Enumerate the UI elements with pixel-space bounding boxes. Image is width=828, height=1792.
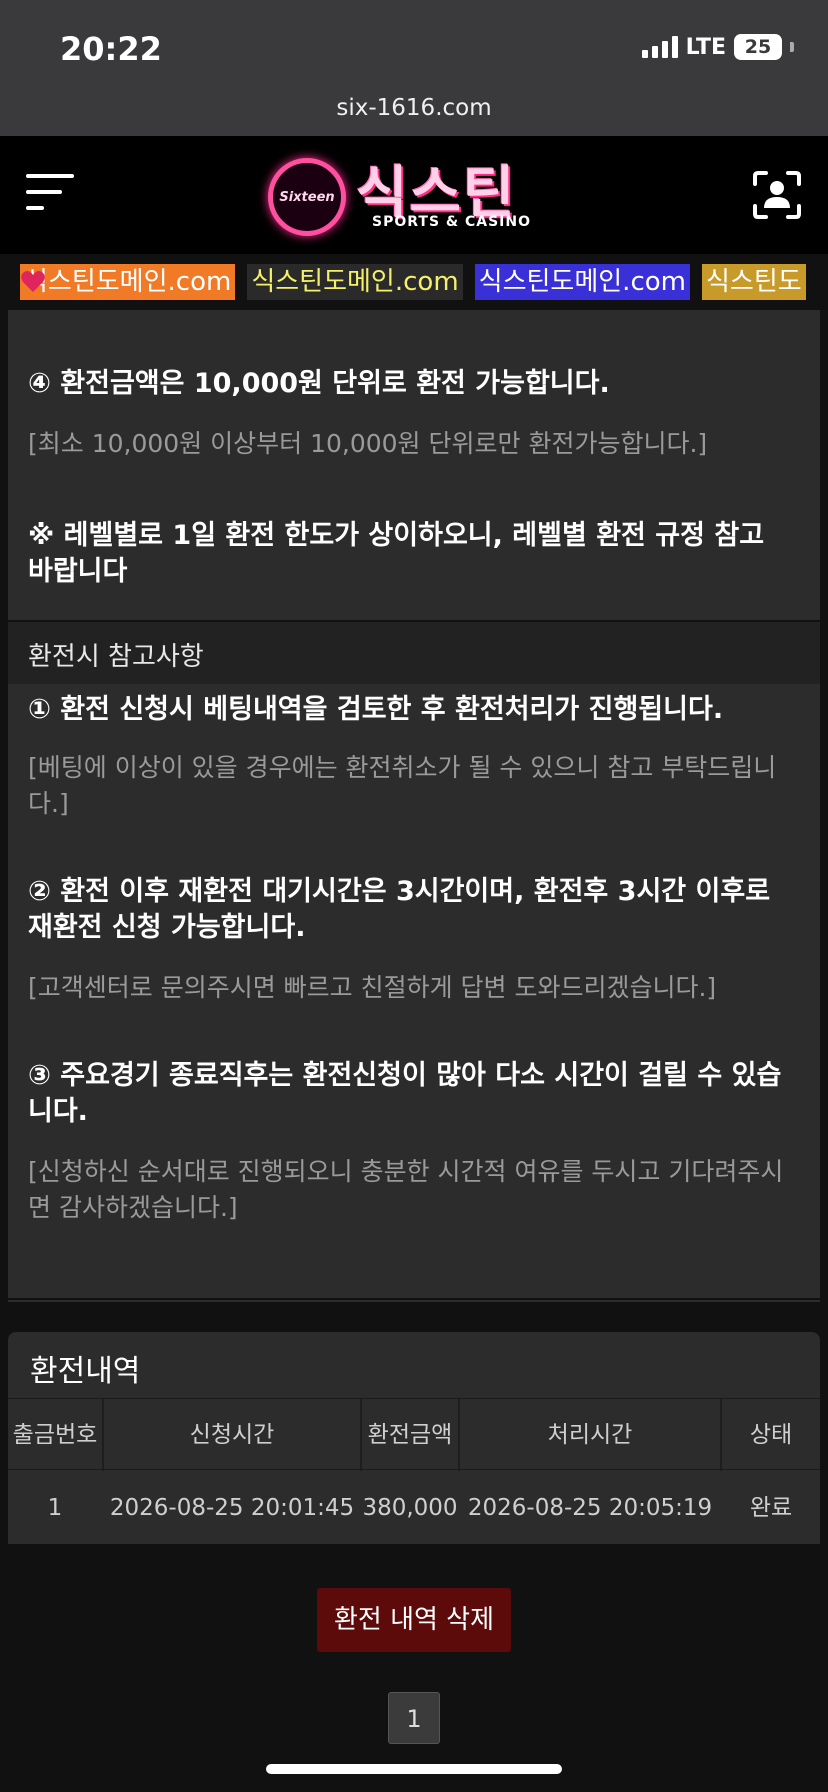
content-divider [8,1298,820,1300]
url-text: six-1616.com [336,95,492,121]
reference-item-1-note: [베팅에 이상이 있을 경우에는 환전취소가 될 수 있으니 참고 부탁드립니다… [28,753,777,818]
ticker-domain-link[interactable]: 식스틴도메인.com [20,264,236,300]
status-bar: 20:22 LTE 25 [0,0,828,90]
reference-item-1-title: ① 환전 신청시 베팅내역을 검토한 후 환전처리가 진행됩니다. [28,694,724,725]
ticker-domain-link[interactable]: 식스틴도 [701,264,806,300]
reference-item-2-title: ② 환전 이후 재환전 대기시간은 3시간이며, 환전후 3시간 이후로 재환전… [28,876,771,943]
rule-item-4-note: [최소 10,000원 이상부터 10,000원 단위로만 환전가능합니다.] [28,429,708,458]
battery-tip [790,42,794,52]
reference-heading: 환전시 참고사항 [28,642,204,672]
reference-item-3-title: ③ 주요경기 종료직후는 환전신청이 많아 다소 시간이 걸릴 수 있습니다. [28,1060,782,1127]
col-header-number: 출금번호 [12,1422,98,1448]
logo-emblem-text: Sixteen [279,190,335,205]
exchange-history-panel: 환전내역 출금번호 신청시간 환전금액 처리시간 상태 1 2026-08-25… [8,1332,820,1544]
col-header-amount: 환전금액 [367,1422,453,1448]
site-header: Sixteen 식스틴 SPORTS & CASINO [0,136,828,254]
logo-emblem: Sixteen [268,158,346,236]
col-header-process-time: 처리시간 [547,1422,633,1448]
rule-item-4-title: ④ 환전금액은 10,000원 단위로 환전 가능합니다. [28,368,610,399]
site-logo[interactable]: Sixteen 식스틴 SPORTS & CASINO [268,154,560,240]
row-amount: 380,000 [362,1495,458,1521]
home-indicator [266,1764,562,1774]
delete-history-button[interactable]: 환전 내역 삭제 [317,1588,511,1652]
reference-item-3-note: [신청하신 순서대로 진행되오니 충분한 시간적 여유를 두시고 기다려주시면 … [28,1157,784,1222]
reference-section-header: 환전시 참고사항 [8,620,820,684]
status-indicators: LTE 25 [641,34,794,60]
history-title: 환전내역 [30,1354,141,1389]
user-profile-icon[interactable] [752,170,802,220]
col-header-request-time: 신청시간 [189,1422,275,1448]
table-row: 1 2026-08-25 20:01:45 380,000 2026-08-25… [8,1472,820,1544]
network-label: LTE [685,34,726,60]
ticker-domain-link[interactable]: 식스틴도메인.com [247,264,463,300]
domain-ticker: 식스틴도메인.com 식스틴도메인.com 식스틴도메인.com 식스틴도 [0,254,828,310]
row-request-time: 2026-08-25 20:01:45 [109,1495,355,1521]
limit-notice: ※ 레벨별로 1일 환전 한도가 상이하오니, 레벨별 환전 규정 참고 바랍니… [28,520,765,587]
ticker-domain-link[interactable]: 식스틴도메인.com [474,264,690,300]
row-process-time: 2026-08-25 20:05:19 [467,1495,713,1521]
row-status: 완료 [749,1495,793,1521]
logo-subtitle: SPORTS & CASINO [372,214,532,230]
reference-item-2-note: [고객센터로 문의주시면 빠르고 친절하게 답변 도와드리겠습니다.] [28,973,717,1002]
ticker-track: 식스틴도메인.com 식스틴도메인.com 식스틴도메인.com 식스틴도 [20,264,806,300]
status-time: 20:22 [60,30,162,68]
heart-icon [20,270,46,294]
pagination-page-1[interactable]: 1 [388,1692,440,1744]
address-bar[interactable]: six-1616.com [0,90,828,136]
battery-icon: 25 [734,34,782,60]
col-header-status: 상태 [749,1422,793,1448]
hamburger-menu-icon[interactable] [26,172,74,212]
row-number: 1 [47,1495,63,1521]
signal-icon [641,36,678,58]
exchange-rules-panel: ④ 환전금액은 10,000원 단위로 환전 가능합니다. [최소 10,000… [8,310,820,1302]
history-table-header: 출금번호 신청시간 환전금액 처리시간 상태 [8,1398,820,1471]
